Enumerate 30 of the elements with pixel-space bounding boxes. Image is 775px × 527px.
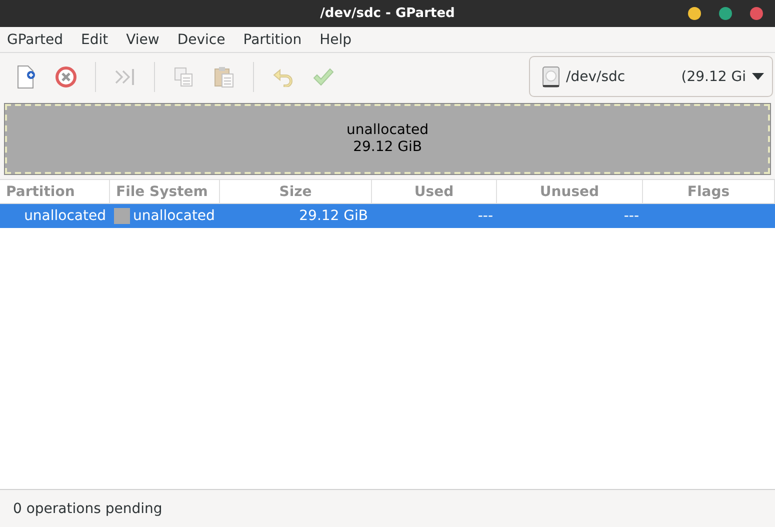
table-cell-text: --- [622,207,640,226]
table-cell-text: unallocated [23,207,107,226]
filesystem-text: unallocated [133,208,215,224]
partition-row[interactable]: unallocated unallocated 29.12 GiB --- --- [0,204,775,228]
segment-size: 29.12 GiB [353,139,422,156]
resize-icon [114,66,136,86]
undo-icon [271,66,295,86]
menu-item[interactable]: GParted [7,32,63,48]
dropdown-arrow-icon [752,72,764,80]
menu-item[interactable]: Partition [243,32,302,48]
checkmark-icon [312,66,334,86]
status-text: 0 operations pending [13,500,162,516]
table-cell-text: 29.12 GiB [298,207,369,226]
copy-icon [173,66,195,88]
minimize-button[interactable] [688,7,701,20]
paste-icon [213,66,235,88]
filesystem-swatch-icon [114,208,130,224]
delete-icon [55,66,77,88]
device-dropdown[interactable]: /dev/sdc (29.12 Gi [529,56,773,97]
segment-label: unallocated [346,122,428,139]
window-title: /dev/sdc - GParted [320,6,455,21]
maximize-button[interactable] [719,7,732,20]
close-button[interactable] [750,7,763,20]
table-cell-text: --- [476,207,494,226]
new-document-icon [15,64,37,88]
menu-item[interactable]: View [126,32,160,48]
menu-item[interactable]: Edit [81,32,108,48]
disk-map-segment[interactable]: unallocated 29.12 GiB [5,104,770,174]
menu-item[interactable]: Device [177,32,226,48]
menu-item[interactable]: Help [320,32,352,48]
